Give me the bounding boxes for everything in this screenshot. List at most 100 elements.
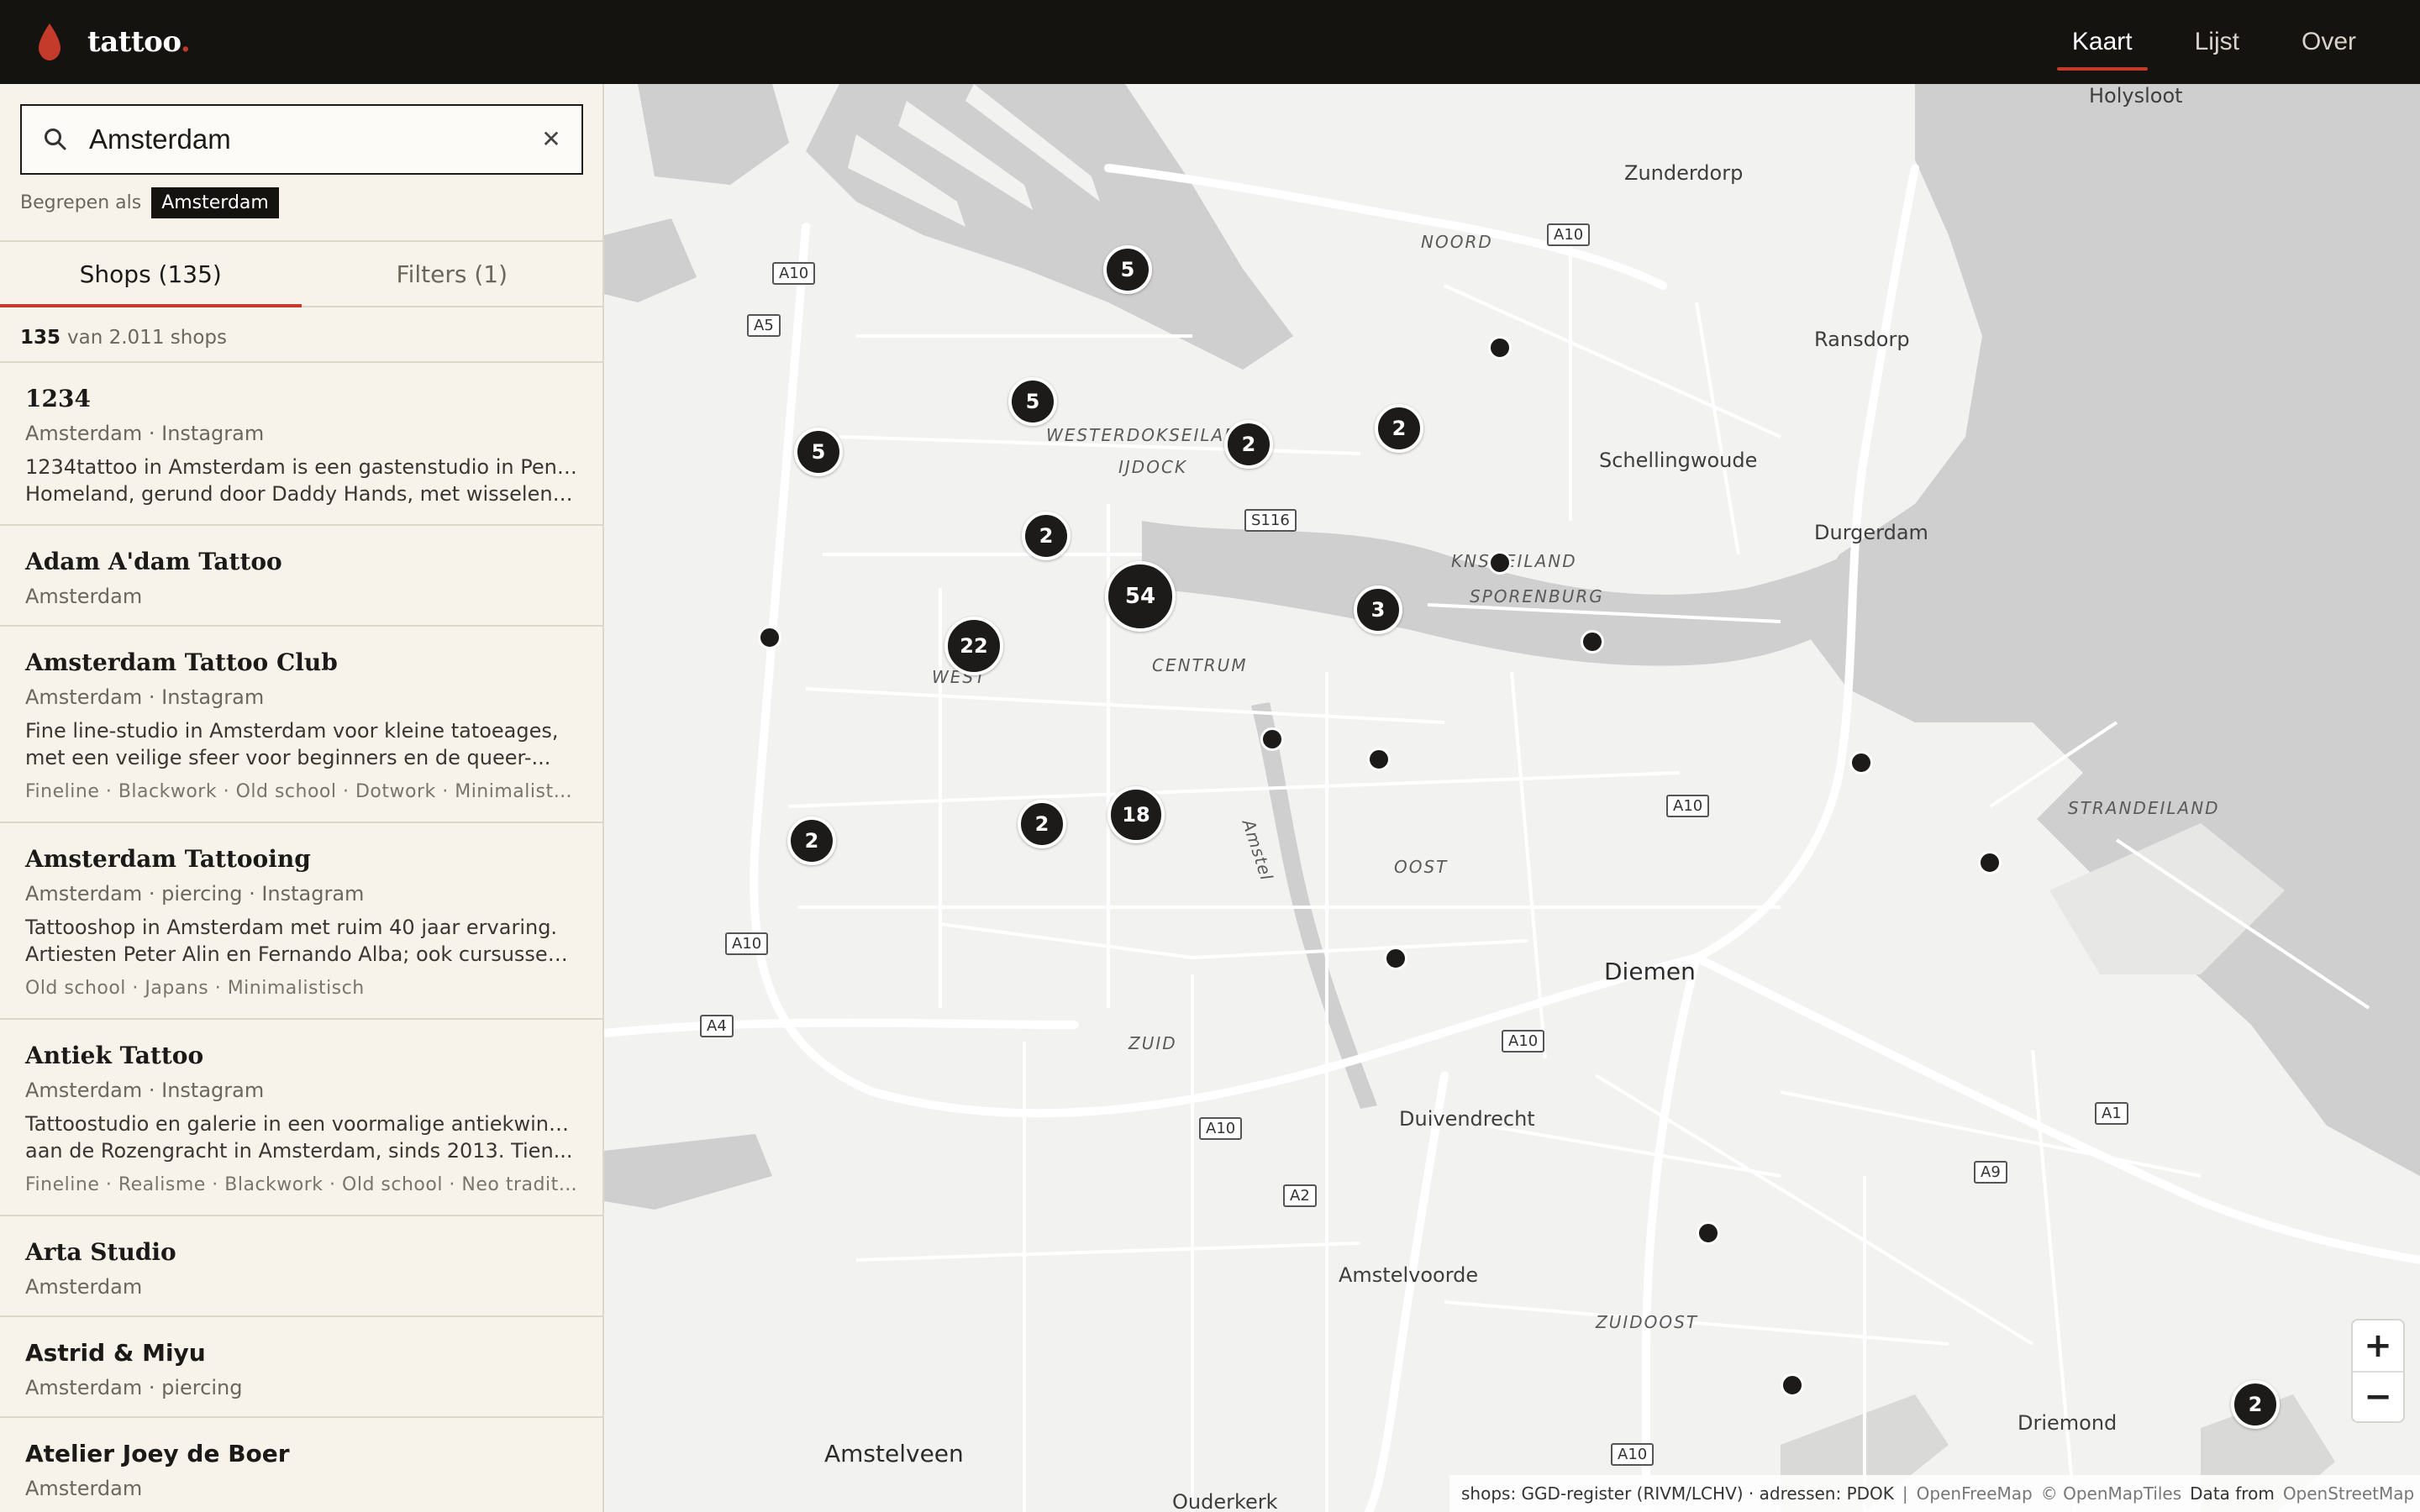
close-icon[interactable]: ✕ <box>539 128 563 151</box>
shop-description: Homeland, gerund door Daddy Hands, met w… <box>25 482 577 506</box>
road-shield: A10 <box>772 262 816 285</box>
attribution-osm-link[interactable]: OpenStreetMap <box>2283 1483 2414 1504</box>
shop-meta: Amsterdam <box>25 1275 143 1299</box>
tab-filters[interactable]: Filters (1) <box>302 242 603 306</box>
shop-meta: Amsterdam · piercing · Instagram <box>25 882 365 906</box>
sidebar: ✕ Begrepen als Amsterdam Shops (135) Fil… <box>0 84 604 1512</box>
shop-pin[interactable] <box>1978 851 2002 874</box>
shop-pin[interactable] <box>1488 551 1512 575</box>
attribution-sources: shops: GGD-register (RIVM/LCHV) · adress… <box>1461 1483 1894 1504</box>
shop-name: Antiek Tattoo <box>25 1042 204 1069</box>
cluster-marker[interactable]: 2 <box>1018 800 1066 848</box>
shop-styles: Fineline · Blackwork · Old school · Dotw… <box>25 781 577 802</box>
place-label: Holysloot <box>2089 84 2183 108</box>
result-count-number: 135 <box>20 327 61 349</box>
road-shield: A5 <box>747 314 781 337</box>
list-item[interactable]: Antiek Tattoo Amsterdam · Instagram Tatt… <box>0 1020 602 1216</box>
cluster-marker[interactable]: 5 <box>1008 377 1057 426</box>
cluster-marker[interactable]: 3 <box>1354 585 1402 634</box>
attribution-separator: | <box>1902 1483 1908 1504</box>
district-label: ZUIDOOST <box>1596 1312 1699 1332</box>
shop-meta: Amsterdam · Instagram <box>25 1079 265 1102</box>
list-item[interactable]: Arta Studio Amsterdam <box>0 1216 602 1317</box>
road-shield: S116 <box>1244 509 1297 532</box>
place-label: Duivendrecht <box>1399 1107 1535 1131</box>
district-label: ZUID <box>1128 1033 1177 1053</box>
zoom-controls: + − <box>2353 1320 2403 1421</box>
shop-description: met een veilige sfeer voor beginners en … <box>25 746 551 769</box>
search-input[interactable] <box>69 123 539 155</box>
cluster-marker[interactable]: 2 <box>1022 512 1071 560</box>
interpretation-chip[interactable]: Amsterdam <box>151 186 279 218</box>
shop-pin[interactable] <box>758 626 781 649</box>
district-label: OOST <box>1394 857 1449 877</box>
cluster-marker[interactable]: 54 <box>1105 561 1176 632</box>
district-label: KNSI-EILAND <box>1451 551 1577 571</box>
map-attribution: shops: GGD-register (RIVM/LCHV) · adress… <box>1449 1475 2420 1512</box>
road-shield: A4 <box>700 1015 734 1037</box>
cluster-marker[interactable]: 18 <box>1107 786 1165 843</box>
nav-lijst[interactable]: Lijst <box>2180 0 2254 84</box>
shop-pin[interactable] <box>1384 947 1407 970</box>
tab-shops[interactable]: Shops (135) <box>0 242 302 307</box>
result-count: 135 van 2.011 shops <box>20 321 227 354</box>
attribution-openmaptiles-link[interactable]: © OpenMapTiles <box>2041 1483 2181 1504</box>
search-box[interactable]: ✕ <box>20 104 583 175</box>
shop-pin[interactable] <box>1781 1373 1804 1397</box>
shop-name: Atelier Joey de Boer <box>25 1440 290 1467</box>
shop-name: Astrid & Miyu <box>25 1339 206 1367</box>
list-item[interactable]: Atelier Joey de Boer Amsterdam <box>0 1418 602 1512</box>
district-label: CENTRUM <box>1152 655 1248 675</box>
shop-description: Artiesten Peter Alin en Fernando Alba; o… <box>25 942 577 966</box>
list-item[interactable]: 1234 Amsterdam · Instagram 1234tattoo in… <box>0 363 602 526</box>
district-label: SPORENBURG <box>1470 586 1604 606</box>
zoom-out-button[interactable]: − <box>2353 1371 2403 1421</box>
shop-pin[interactable] <box>1697 1221 1720 1245</box>
list-item[interactable]: Astrid & Miyu Amsterdam · piercing <box>0 1317 602 1418</box>
zoom-in-button[interactable]: + <box>2353 1320 2403 1371</box>
shop-styles: Fineline · Realisme · Blackwork · Old sc… <box>25 1174 577 1195</box>
sidebar-tabs: Shops (135) Filters (1) <box>0 240 602 307</box>
main-nav: Kaart Lijst Over <box>2056 0 2371 84</box>
road-shield: A10 <box>1199 1117 1243 1140</box>
shop-meta: Amsterdam · Instagram <box>25 422 265 445</box>
shop-pin[interactable] <box>1581 630 1604 654</box>
cluster-marker[interactable]: 22 <box>944 617 1003 675</box>
interpretation-label: Begrepen als <box>20 192 142 213</box>
interpretation: Begrepen als Amsterdam <box>20 185 279 220</box>
shop-meta: Amsterdam · Instagram <box>25 685 265 709</box>
nav-over[interactable]: Over <box>2286 0 2371 84</box>
shop-pin[interactable] <box>1367 748 1391 771</box>
cluster-marker[interactable]: 2 <box>787 816 836 865</box>
nav-kaart[interactable]: Kaart <box>2056 0 2148 84</box>
district-label: IJDOCK <box>1118 457 1188 477</box>
cluster-marker[interactable]: 2 <box>2231 1380 2280 1429</box>
shop-name: Arta Studio <box>25 1238 176 1266</box>
place-label: Ouderkerk <box>1172 1490 1278 1512</box>
shop-pin[interactable] <box>1849 751 1873 774</box>
cluster-marker[interactable]: 5 <box>1103 245 1152 294</box>
attribution-openfreemap-link[interactable]: OpenFreeMap <box>1917 1483 2033 1504</box>
shop-name: Amsterdam Tattooing <box>25 845 311 873</box>
shop-pin[interactable] <box>1488 336 1512 360</box>
cluster-marker[interactable]: 2 <box>1375 404 1423 453</box>
place-label: Schellingwoude <box>1599 449 1758 472</box>
place-label: Ransdorp <box>1814 328 1910 351</box>
place-label: Durgerdam <box>1814 521 1928 544</box>
result-count-suffix: van 2.011 shops <box>67 327 227 349</box>
brand[interactable]: tattoo. <box>35 22 191 62</box>
road-shield: A1 <box>2095 1102 2128 1125</box>
road-shield: A10 <box>1502 1030 1545 1053</box>
shop-name: 1234 <box>25 385 91 412</box>
shop-pin[interactable] <box>1260 727 1284 751</box>
road-shield: A2 <box>1283 1184 1317 1207</box>
shop-styles: Old school · Japans · Minimalistisch <box>25 978 365 999</box>
cluster-marker[interactable]: 5 <box>794 428 843 476</box>
list-item[interactable]: Adam A'dam Tattoo Amsterdam <box>0 526 602 627</box>
cluster-marker[interactable]: 2 <box>1224 420 1273 469</box>
list-item[interactable]: Amsterdam Tattoo Club Amsterdam · Instag… <box>0 627 602 823</box>
shop-description: 1234tattoo in Amsterdam is een gastenstu… <box>25 455 577 479</box>
list-item[interactable]: Amsterdam Tattooing Amsterdam · piercing… <box>0 823 602 1020</box>
map[interactable]: Holysloot Zunderdorp Ransdorp Schellingw… <box>604 84 2420 1512</box>
shop-list: 1234 Amsterdam · Instagram 1234tattoo in… <box>0 361 602 1512</box>
